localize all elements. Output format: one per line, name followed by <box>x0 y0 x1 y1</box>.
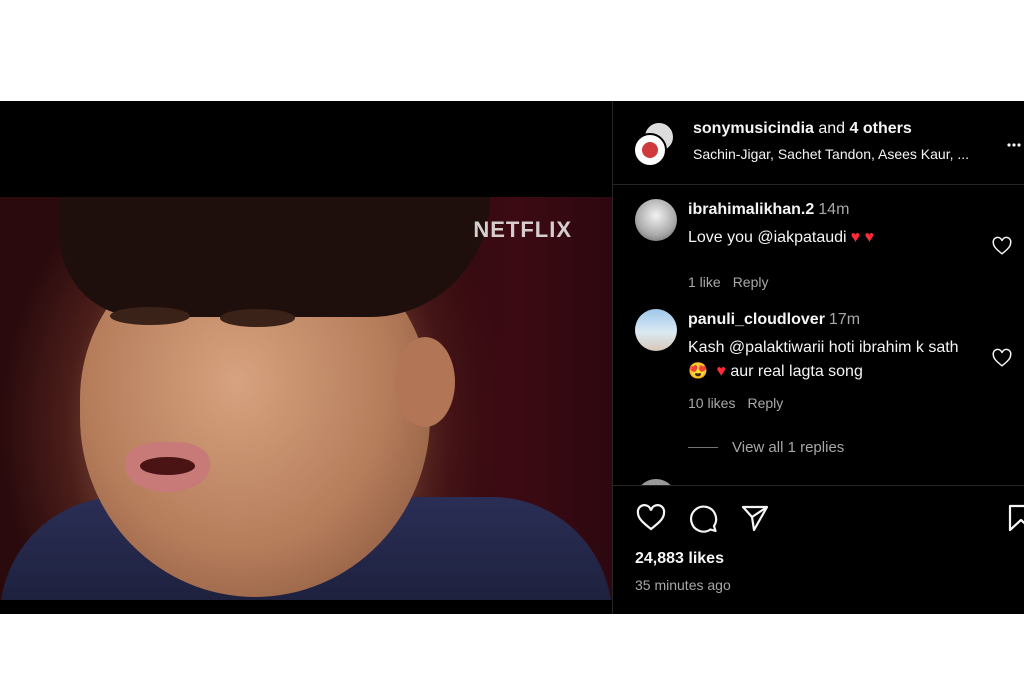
comment-text: Kash @palaktiwarii hoti ibrahim k sath 😍… <box>688 336 968 384</box>
bookmark-icon[interactable] <box>1005 502 1024 534</box>
action-bar: 24,883 likes 35 minutes ago <box>613 485 1024 614</box>
and-text: and <box>813 120 850 137</box>
comment-body: Kash @palaktiwarii hoti ibrahim k sath <box>688 339 959 356</box>
comment-time[interactable]: 14m <box>818 201 849 218</box>
avatar[interactable] <box>635 309 677 351</box>
media-panel: NETFLIX <box>0 101 612 614</box>
comment-meta: 1 like Reply <box>688 274 780 290</box>
collaborators-list: Sachin-Jigar, Sachet Tandon, Asees Kaur,… <box>693 146 970 162</box>
comment-likes[interactable]: 10 likes <box>688 395 735 411</box>
video-eye <box>220 309 295 327</box>
divider <box>688 447 718 448</box>
video-player[interactable]: NETFLIX <box>0 197 612 600</box>
comment-time[interactable]: 17m <box>829 311 860 328</box>
comments-list: ibrahimalikhan.2 14m Love you @iakpataudi… <box>613 185 1024 485</box>
likes-count[interactable]: 24,883 likes <box>635 550 724 568</box>
comment-item: ibrahimalikhan.2 14m Love you @iakpataudi… <box>633 199 1023 290</box>
comment-header: ibrahimalikhan.2 14m <box>688 201 849 219</box>
heart-icon[interactable] <box>991 235 1013 257</box>
more-options-button[interactable] <box>1007 131 1021 152</box>
reply-button[interactable]: Reply <box>747 395 783 411</box>
video-mouth <box>125 442 210 492</box>
comment-header: panuli_cloudlover 17m <box>688 311 860 329</box>
comments-sidebar: sonymusicindia and 4 others Sachin-Jigar… <box>612 101 1024 614</box>
post-header: sonymusicindia and 4 others Sachin-Jigar… <box>613 101 1024 185</box>
comment-username[interactable]: ibrahimalikhan.2 <box>688 201 814 218</box>
more-icon <box>1007 143 1021 147</box>
video-ear <box>395 337 455 427</box>
account-username[interactable]: sonymusicindia <box>693 120 814 137</box>
instagram-post: NETFLIX sonymusicindia and 4 others Sach… <box>0 101 1024 614</box>
comment-text: Love you @iakpataudi ♥ ♥ <box>688 226 968 250</box>
avatar[interactable] <box>635 199 677 241</box>
heart-emoji: ♥ <box>716 363 726 380</box>
comment-icon[interactable] <box>687 502 719 534</box>
others-link[interactable]: 4 others <box>850 120 912 137</box>
sonymusic-logo-icon <box>642 142 658 158</box>
sonymusic-avatar <box>633 133 667 167</box>
heart-emojis: ♥ ♥ <box>850 229 875 246</box>
video-eye <box>110 307 190 325</box>
heart-icon[interactable] <box>635 502 667 534</box>
share-icon[interactable] <box>739 502 771 534</box>
view-replies-button[interactable]: View all 1 replies <box>688 439 844 456</box>
heart-icon[interactable] <box>991 347 1013 369</box>
reply-button[interactable]: Reply <box>733 274 769 290</box>
netflix-watermark: NETFLIX <box>473 217 572 242</box>
view-replies-label: View all 1 replies <box>732 439 845 456</box>
heart-eyes-emoji: 😍 <box>688 363 708 380</box>
comment-meta: 10 likes Reply <box>688 395 795 411</box>
comment-username[interactable]: panuli_cloudlover <box>688 311 825 328</box>
video-hair <box>60 197 490 317</box>
comment-likes[interactable]: 1 like <box>688 274 721 290</box>
post-authors: sonymusicindia and 4 others <box>693 120 912 138</box>
post-timestamp[interactable]: 35 minutes ago <box>635 577 731 593</box>
comment-body: Love you @iakpataudi <box>688 229 847 246</box>
comment-body-end: aur real lagta song <box>725 363 863 380</box>
collab-avatars[interactable] <box>633 121 677 167</box>
